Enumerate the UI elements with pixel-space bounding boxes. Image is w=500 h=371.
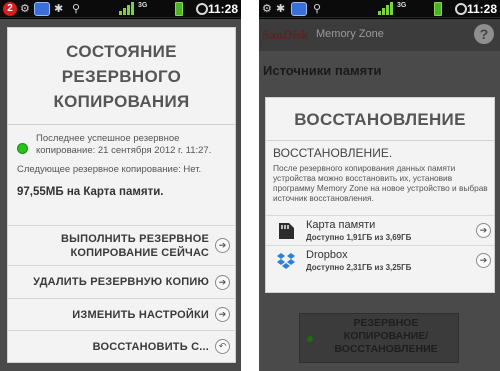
source-dropbox[interactable]: Dropbox Доступно 2,31ГБ из 3,25ГБ ➔ (266, 245, 494, 275)
backup-now-button[interactable]: ВЫПОЛНИТЬ РЕЗЕРВНОЕ КОПИРОВАНИЕ СЕЙЧАС ➔ (8, 225, 235, 265)
brand-logo: SanDisk (262, 27, 309, 42)
network-label: 3G (397, 2, 407, 9)
android-debug-icon: ✱ (54, 3, 64, 15)
source-name: Dropbox (306, 249, 348, 261)
usb-connection-icon: ⚲ (313, 3, 322, 15)
backup-restore-label: РЕЗЕРВНОЕ КОПИРОВАНИЕ/ ВОССТАНОВЛЕНИЕ (334, 317, 438, 355)
dialog-title: СОСТОЯНИЕ РЕЗЕРВНОГО КОПИРОВАНИЯ (8, 28, 235, 125)
alarm-icon (196, 3, 208, 15)
arrow-right-icon: ➔ (215, 238, 230, 253)
return-icon: ↶ (215, 339, 230, 354)
source-memory-card[interactable]: Карта памяти Доступно 1,91ГБ из 3,69ГБ ➔ (266, 215, 494, 245)
dialog-subtitle: ВОССТАНОВЛЕНИЕ. (273, 146, 393, 160)
restore-screen: ⚙ ✱ ⚲ 3G 11:28 SanDisk Memory Zone ? Ист… (259, 0, 500, 371)
usb-icon: ⚙ (20, 3, 30, 15)
usb-connection-icon: ⚲ (72, 3, 81, 15)
notification-badge[interactable]: 2 (3, 2, 17, 16)
status-bar: 2 ⚙ ✱ ⚲ 3G 11:28 (0, 0, 241, 18)
signal-icon (378, 2, 393, 15)
app-header: SanDisk Memory Zone ? (259, 19, 500, 51)
backup-status-dialog: СОСТОЯНИЕ РЕЗЕРВНОГО КОПИРОВАНИЯ Последн… (7, 27, 236, 363)
backup-size-text: 97,55МБ на Карта памяти. (17, 186, 164, 198)
restore-dialog: ВОССТАНОВЛЕНИЕ ВОССТАНОВЛЕНИЕ. После рез… (265, 97, 495, 293)
dialog-body: Последнее успешное резервное копирование… (8, 125, 235, 198)
memory-zone-app-icon (34, 2, 50, 16)
help-button[interactable]: ? (474, 24, 494, 44)
network-icon: 3G (397, 2, 409, 16)
delete-backup-label: УДАЛИТЬ РЕЗЕРВНУЮ КОПИЮ (33, 276, 209, 288)
restore-from-button[interactable]: ВОССТАНОВИТЬ С... ↶ (8, 330, 235, 362)
network-icon: 3G (138, 2, 150, 16)
sd-card-icon (279, 223, 294, 239)
clock: 11:28 (466, 2, 497, 16)
clock: 11:28 (207, 2, 238, 16)
arrow-right-icon: ➔ (215, 274, 230, 290)
source-available: Доступно 1,91ГБ из 3,69ГБ (306, 233, 412, 242)
arrow-right-icon: ➔ (476, 253, 491, 268)
memory-zone-app-icon (291, 2, 307, 16)
usb-icon: ⚙ (262, 3, 272, 15)
last-backup-row: Последнее успешное резервное копирование… (17, 133, 226, 157)
source-available: Доступно 2,31ГБ из 3,25ГБ (306, 263, 412, 272)
arrow-right-icon: ➔ (215, 307, 230, 322)
android-debug-icon: ✱ (276, 3, 286, 15)
battery-icon (434, 2, 442, 16)
source-name: Карта памяти (306, 219, 376, 231)
dialog-title: ВОССТАНОВЛЕНИЕ (266, 98, 494, 141)
status-bar: ⚙ ✱ ⚲ 3G 11:28 (259, 0, 500, 18)
restore-from-label: ВОССТАНОВИТЬ С... (92, 340, 209, 353)
change-settings-button[interactable]: ИЗМЕНИТЬ НАСТРОЙКИ ➔ (8, 298, 235, 330)
backup-status-screen: 2 ⚙ ✱ ⚲ 3G 11:28 СОСТОЯНИЕ РЕЗЕРВНОГО КО… (0, 0, 241, 371)
last-backup-text: Последнее успешное резервное копирование… (36, 133, 212, 156)
app-name: Memory Zone (316, 28, 384, 40)
page-title: Источники памяти (263, 63, 382, 78)
status-dot-icon (307, 336, 313, 342)
dialog-description: После резервного копирования данных памя… (273, 163, 488, 203)
arrow-right-icon: ➔ (476, 223, 491, 238)
backup-now-label: ВЫПОЛНИТЬ РЕЗЕРВНОЕ КОПИРОВАНИЕ СЕЙЧАС (61, 232, 209, 259)
backup-restore-button[interactable]: РЕЗЕРВНОЕ КОПИРОВАНИЕ/ ВОССТАНОВЛЕНИЕ (299, 313, 459, 363)
network-label: 3G (138, 2, 148, 9)
next-backup-text: Следующее резервное копирование: Нет. (17, 164, 202, 175)
signal-icon (119, 2, 134, 15)
battery-icon (175, 2, 183, 16)
delete-backup-button[interactable]: УДАЛИТЬ РЕЗЕРВНУЮ КОПИЮ ➔ (8, 265, 235, 298)
dropbox-icon (277, 253, 295, 269)
change-settings-label: ИЗМЕНИТЬ НАСТРОЙКИ (72, 308, 209, 321)
alarm-icon (455, 3, 467, 15)
status-ok-icon (17, 143, 28, 154)
